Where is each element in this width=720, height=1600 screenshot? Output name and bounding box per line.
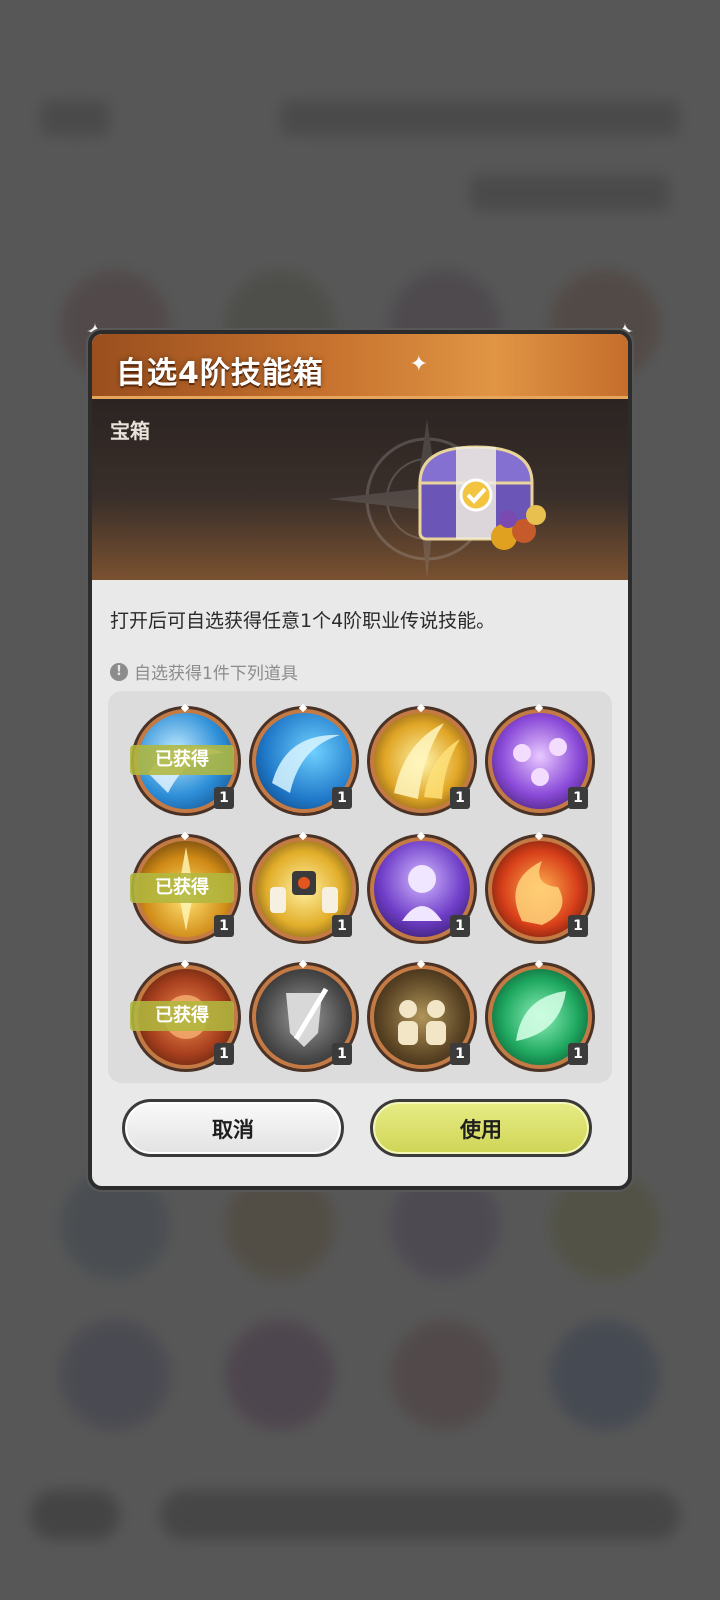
item-quantity: 1: [450, 787, 470, 809]
skill-item[interactable]: 已获得 1: [130, 703, 238, 813]
item-quantity: 1: [214, 1043, 234, 1065]
skill-box-dialog: 自选4阶技能箱 ✦ 宝箱 打开后可自选获得任意1个4阶职业传说技能。 ! 自选获…: [88, 330, 632, 1190]
item-quantity: 1: [568, 1043, 588, 1065]
hint-text: 自选获得1件下列道具: [134, 664, 298, 684]
item-quantity: 1: [214, 787, 234, 809]
item-quantity: 1: [332, 787, 352, 809]
rank-dot-icon: [298, 703, 308, 713]
rank-dot-icon: [416, 831, 426, 841]
item-quantity: 1: [568, 787, 588, 809]
skill-item[interactable]: 1: [370, 831, 474, 941]
owned-badge: 已获得: [130, 745, 234, 775]
treasure-chest-icon: [418, 445, 546, 550]
rank-dot-icon: [416, 703, 426, 713]
skill-item[interactable]: 1: [370, 959, 474, 1069]
rank-dot-icon: [534, 831, 544, 841]
sparkle-icon: ✦: [409, 352, 428, 377]
dialog-title: 自选4阶技能箱: [116, 356, 324, 391]
skill-item[interactable]: 1: [252, 959, 356, 1069]
skill-item[interactable]: 已获得 1: [130, 959, 238, 1069]
skill-item[interactable]: 1: [488, 831, 592, 941]
skill-item[interactable]: 1: [488, 959, 592, 1069]
rank-dot-icon: [180, 959, 190, 969]
item-banner: 宝箱: [92, 399, 628, 580]
item-quantity: 1: [450, 915, 470, 937]
owned-badge: 已获得: [130, 1001, 234, 1031]
dialog-header: 自选4阶技能箱 ✦: [92, 334, 628, 399]
rank-dot-icon: [416, 959, 426, 969]
rank-dot-icon: [180, 703, 190, 713]
selection-hint: ! 自选获得1件下列道具: [110, 659, 298, 684]
skill-item[interactable]: 1: [252, 703, 356, 813]
owned-badge: 已获得: [130, 873, 234, 903]
rank-dot-icon: [298, 831, 308, 841]
skill-item[interactable]: 已获得 1: [130, 831, 238, 941]
info-icon: !: [110, 662, 128, 681]
rank-dot-icon: [534, 959, 544, 969]
item-category: 宝箱: [110, 419, 150, 443]
item-description: 打开后可自选获得任意1个4阶职业传说技能。: [110, 610, 496, 632]
item-quantity: 1: [332, 1043, 352, 1065]
skill-item[interactable]: 1: [488, 703, 592, 813]
skill-grid: 已获得 1 1 1 1 已获得 1 1 1 1 已获得 1 1 1 1: [108, 691, 612, 1083]
rank-dot-icon: [534, 703, 544, 713]
rank-dot-icon: [180, 831, 190, 841]
item-quantity: 1: [332, 915, 352, 937]
cancel-button[interactable]: 取消: [122, 1099, 344, 1157]
use-button[interactable]: 使用: [370, 1099, 592, 1157]
skill-item[interactable]: 1: [252, 831, 356, 941]
item-quantity: 1: [568, 915, 588, 937]
item-quantity: 1: [214, 915, 234, 937]
rank-dot-icon: [298, 959, 308, 969]
item-quantity: 1: [450, 1043, 470, 1065]
skill-item[interactable]: 1: [370, 703, 474, 813]
